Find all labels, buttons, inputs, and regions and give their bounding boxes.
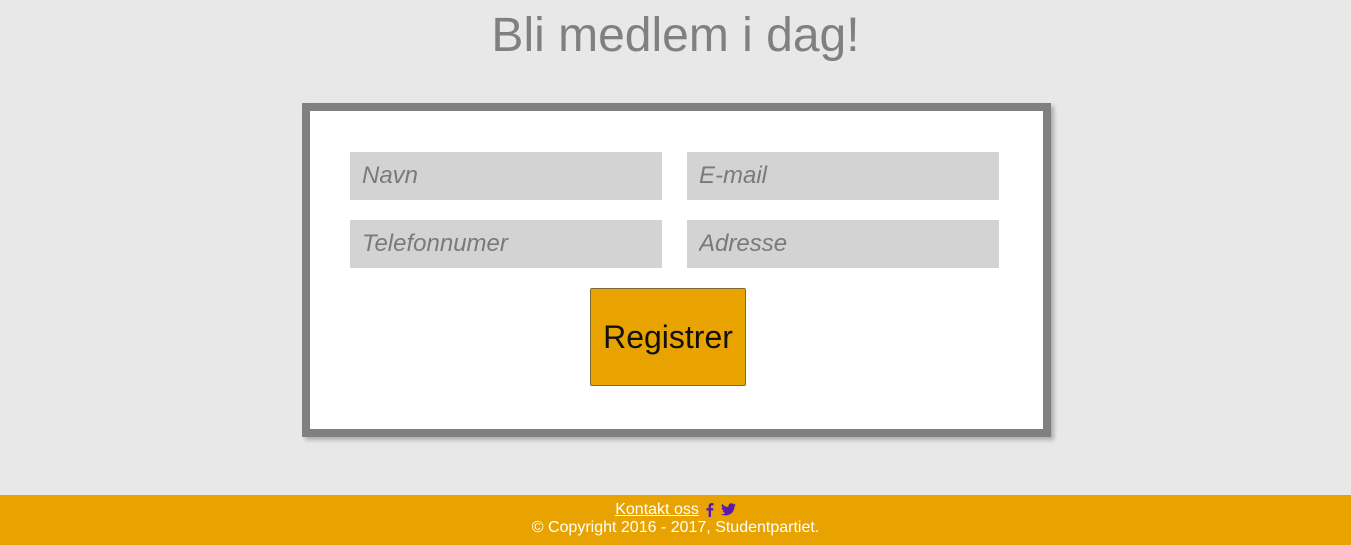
address-input[interactable] [687,220,999,268]
footer: Kontakt oss © Copyright 2016 - 2017, Stu… [0,495,1351,545]
footer-contact-row: Kontakt oss [0,501,1351,519]
register-button[interactable]: Registrer [590,288,746,386]
page-title: Bli medlem i dag! [491,9,860,62]
facebook-icon[interactable] [705,502,714,518]
phone-input[interactable] [350,220,662,268]
name-input[interactable] [350,152,662,200]
copyright-text: © Copyright 2016 - 2017, Studentpartiet. [531,519,820,536]
twitter-icon[interactable] [720,503,736,516]
email-input[interactable] [687,152,999,200]
contact-link[interactable]: Kontakt oss [615,501,699,518]
signup-form: Registrer [302,103,1051,437]
